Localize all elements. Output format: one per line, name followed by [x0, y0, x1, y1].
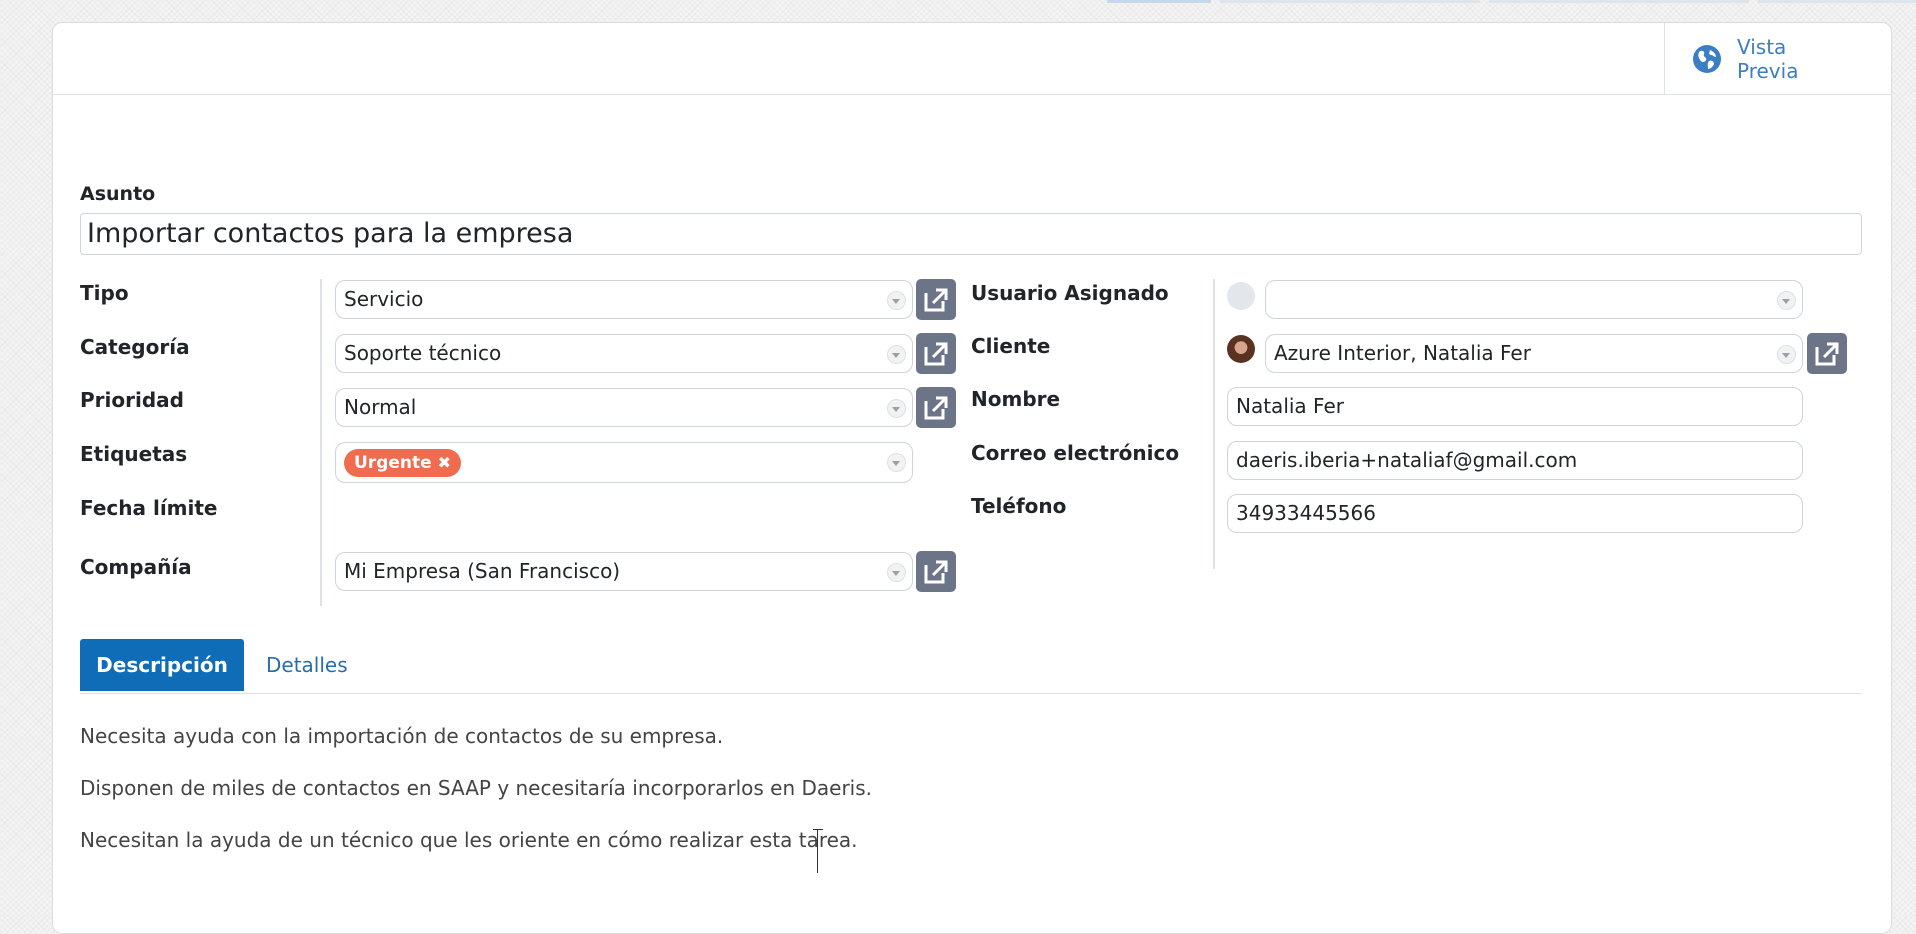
- chevron-down-icon: [1777, 345, 1796, 364]
- telefono-label: Teléfono: [971, 494, 1067, 518]
- description-paragraph: Necesitan la ayuda de un técnico que les…: [80, 828, 858, 852]
- preview-button[interactable]: Vista Previa: [1664, 23, 1891, 94]
- nombre-input[interactable]: Natalia Fer: [1227, 387, 1803, 426]
- prioridad-select[interactable]: Normal: [335, 388, 913, 427]
- prioridad-label: Prioridad: [80, 388, 184, 412]
- nombre-label: Nombre: [971, 387, 1061, 411]
- tag-urgente: Urgente ✖: [344, 449, 462, 477]
- tag-label: Urgente: [354, 453, 432, 473]
- etiquetas-label: Etiquetas: [80, 442, 188, 466]
- correo-input[interactable]: daeris.iberia+nataliaf@gmail.com: [1227, 441, 1803, 480]
- status-bar: Vista Previa: [53, 23, 1891, 95]
- categoria-value: Soporte técnico: [344, 341, 502, 365]
- chevron-down-icon: [887, 291, 906, 310]
- external-link-icon: [924, 288, 948, 311]
- usuario-asignado-label: Usuario Asignado: [971, 281, 1169, 305]
- top-strip-segment: [1107, 0, 1211, 3]
- globe-icon: [1693, 44, 1721, 73]
- compania-value: Mi Empresa (San Francisco): [344, 559, 621, 583]
- top-strip-segment: [1220, 0, 1480, 3]
- telefono-input[interactable]: 34933445566: [1227, 494, 1803, 533]
- compania-label: Compañía: [80, 555, 192, 579]
- chevron-down-icon: [1777, 291, 1796, 310]
- top-strip-segment: [1758, 0, 1916, 3]
- categoria-select[interactable]: Soporte técnico: [335, 334, 913, 373]
- categoria-external-link-button[interactable]: [916, 333, 956, 374]
- top-strip-segment: [1489, 0, 1749, 3]
- external-link-icon: [924, 560, 948, 583]
- fecha-limite-label: Fecha límite: [80, 496, 218, 520]
- notebook-tabs: Descripción Detalles: [80, 639, 1862, 694]
- subject-input[interactable]: Importar contactos para la empresa: [80, 213, 1862, 255]
- compania-external-link-button[interactable]: [916, 551, 956, 592]
- form-sheet: Vista Previa Asunto Importar contactos p…: [52, 22, 1892, 934]
- text-cursor-icon: [813, 829, 823, 874]
- tipo-external-link-button[interactable]: [916, 279, 956, 320]
- cliente-label: Cliente: [971, 334, 1051, 358]
- chevron-down-icon: [887, 345, 906, 364]
- tab-descripcion[interactable]: Descripción: [80, 639, 244, 691]
- chevron-down-icon: [887, 453, 906, 472]
- tipo-select[interactable]: Servicio: [335, 280, 913, 319]
- description-paragraph: Necesita ayuda con la importación de con…: [80, 724, 724, 748]
- chevron-down-icon: [887, 563, 906, 582]
- top-strip: [0, 0, 1916, 3]
- cliente-external-link-button[interactable]: [1807, 333, 1847, 374]
- prioridad-external-link-button[interactable]: [916, 387, 956, 428]
- compania-select[interactable]: Mi Empresa (San Francisco): [335, 552, 913, 591]
- tab-detalles[interactable]: Detalles: [266, 639, 348, 691]
- user-avatar-placeholder: [1227, 282, 1255, 310]
- tipo-label: Tipo: [80, 281, 129, 305]
- external-link-icon: [924, 396, 948, 419]
- external-link-icon: [1815, 342, 1839, 365]
- external-link-icon: [924, 342, 948, 365]
- prioridad-value: Normal: [344, 395, 417, 419]
- correo-label: Correo electrónico: [971, 441, 1180, 465]
- cliente-value: Azure Interior, Natalia Fer: [1274, 341, 1531, 365]
- preview-button-label: Vista Previa: [1737, 34, 1799, 83]
- column-divider: [1213, 279, 1215, 569]
- column-divider: [320, 279, 322, 606]
- description-paragraph: Disponen de miles de contactos en SAAP y…: [80, 776, 873, 800]
- chevron-down-icon: [887, 399, 906, 418]
- client-avatar: [1227, 335, 1255, 363]
- tipo-value: Servicio: [344, 287, 424, 311]
- etiquetas-input[interactable]: Urgente ✖: [335, 442, 913, 483]
- categoria-label: Categoría: [80, 335, 190, 359]
- cliente-select[interactable]: Azure Interior, Natalia Fer: [1265, 334, 1803, 373]
- tag-remove-icon[interactable]: ✖: [438, 453, 451, 472]
- subject-label: Asunto: [80, 183, 156, 205]
- usuario-asignado-select[interactable]: [1265, 280, 1803, 319]
